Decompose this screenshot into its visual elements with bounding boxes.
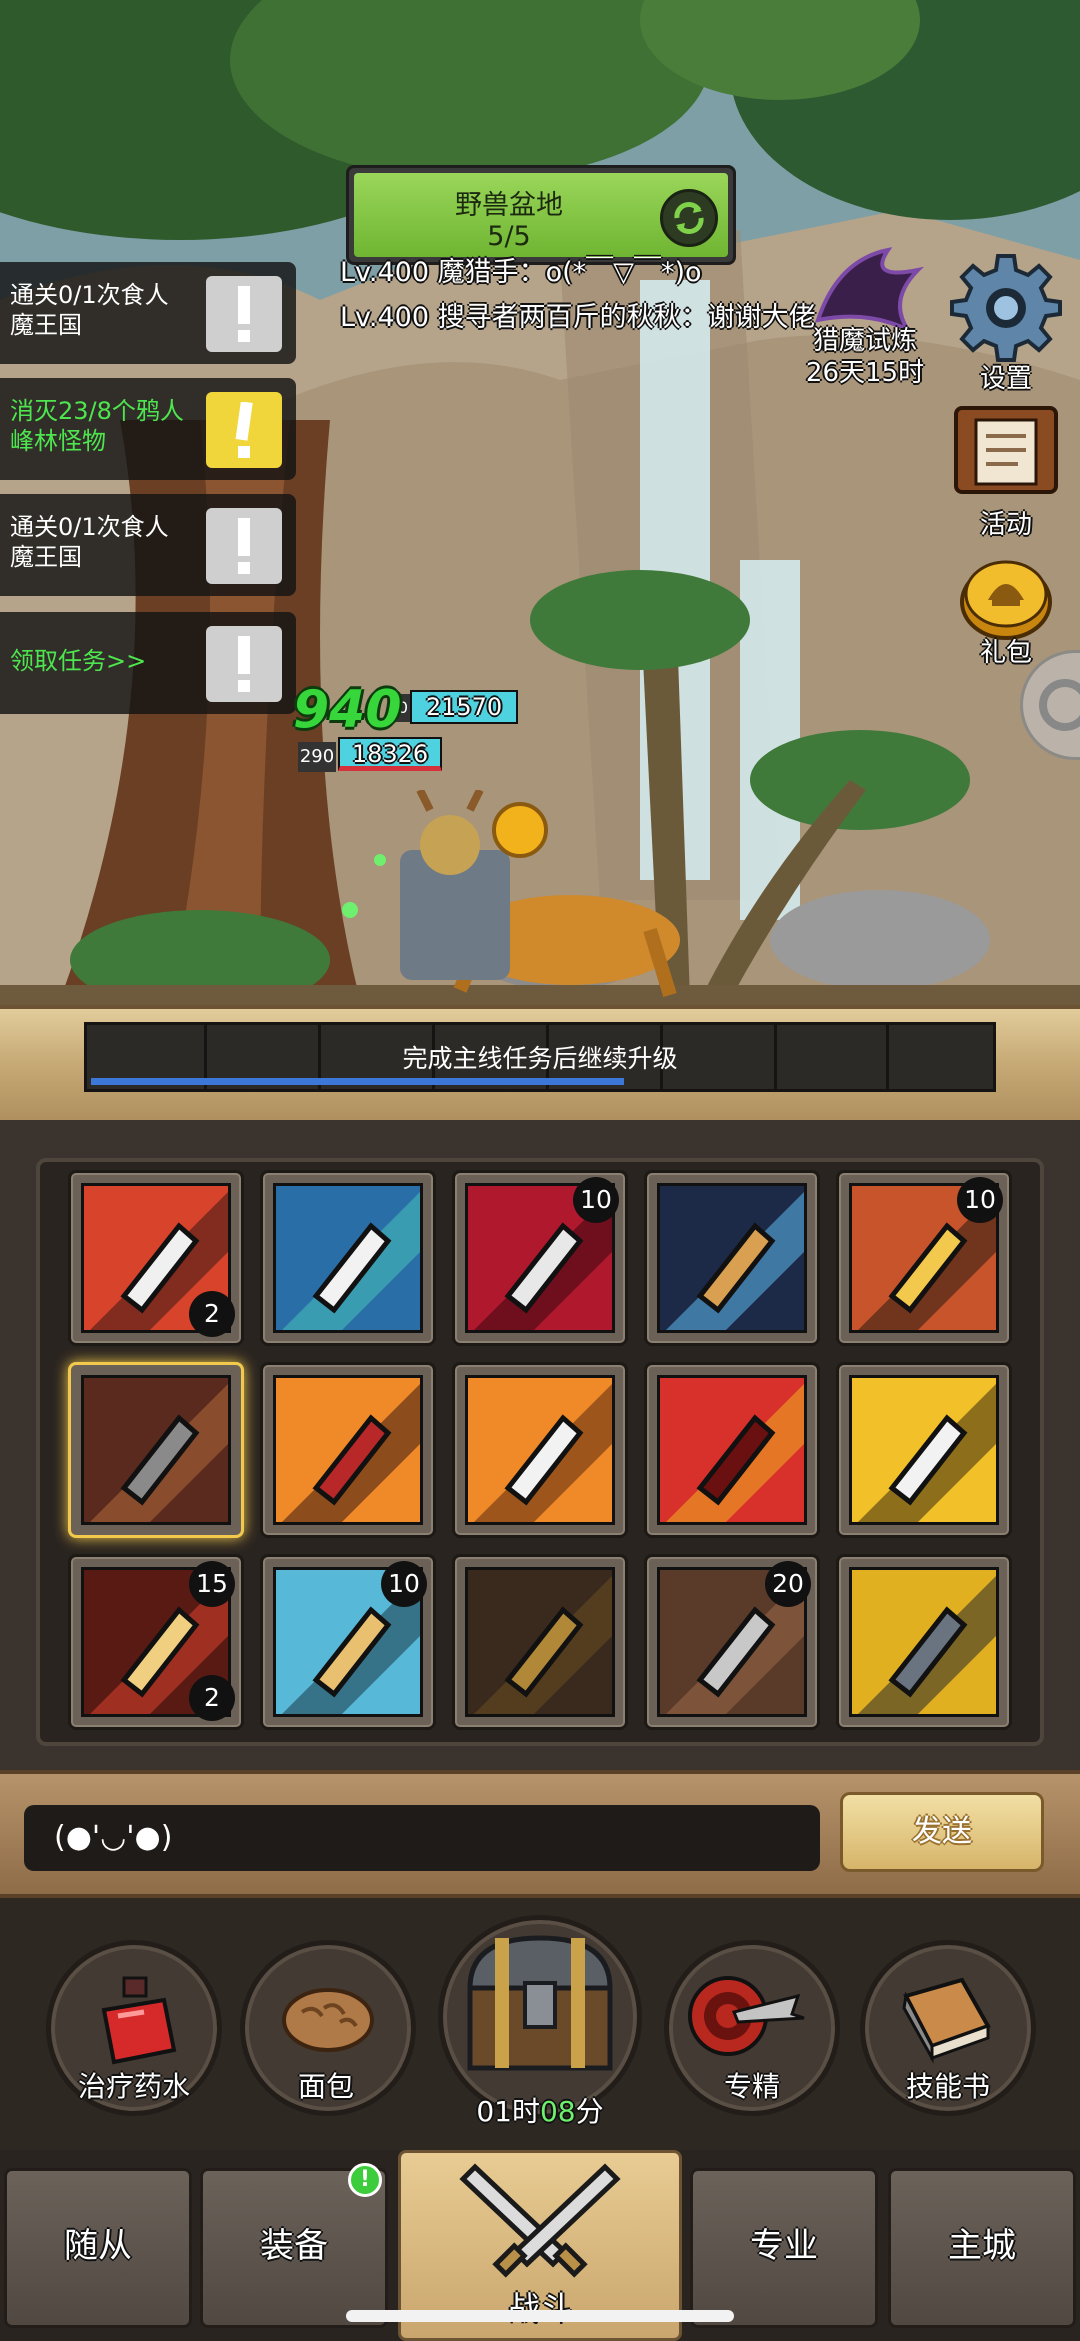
quest-text: 消灭23/8个鸦人峰林怪物 (10, 397, 184, 455)
damage-number: 940 (293, 680, 402, 740)
white-shield-burst-icon (465, 1375, 615, 1525)
world-chat-line: Lv.400 搜寻者两百斤的秋秋：谢谢大佬 (340, 302, 816, 333)
skill-level-badge: 20 (765, 1561, 811, 1607)
lion-shield-icon (465, 1567, 615, 1717)
bread-icon (282, 1988, 374, 2052)
player-hp-bar: 18326 (338, 737, 442, 771)
tab-equipment-label: 装备 (260, 2226, 328, 2266)
quest-item[interactable]: 消灭23/8个鸦人峰林怪物 (0, 378, 296, 480)
gear-icon (1039, 679, 1080, 731)
exclamation-icon (206, 626, 282, 702)
warlord-icon (849, 1567, 999, 1717)
equipment-notification-badge: ! (348, 2163, 382, 2197)
tab-main-city-label: 主城 (948, 2226, 1016, 2266)
tab-battle-label: 战斗 (507, 2289, 572, 2327)
level-progress-fill (91, 1078, 624, 1085)
skill-level-badge: 15 (189, 1561, 235, 1607)
scroll-icon (954, 406, 1058, 494)
settings-label: 设置 (979, 364, 1032, 394)
skill-slot[interactable] (452, 1554, 628, 1730)
send-button[interactable]: 发送 (840, 1792, 1044, 1872)
treasure-chest-icon (467, 1935, 613, 2071)
target-arrow-icon (688, 1976, 805, 2056)
enemy-hp-bar: 21570 (410, 690, 518, 724)
refresh-icon (674, 202, 704, 234)
player-level-tag: 290 (298, 742, 336, 772)
quest-text: 领取任务>> (10, 647, 147, 675)
events-label: 活动 (979, 510, 1032, 540)
bread-label: 面包 (297, 2070, 354, 2103)
quest-item[interactable]: 通关0/1次食人魔王国 (0, 494, 296, 596)
chat-input[interactable]: (●'◡'●) (24, 1805, 820, 1871)
game-screen: 野兽盆地 5/5 Lv.400 魔猎手：o(*￣▽￣*)o Lv.400 搜寻者… (0, 0, 1080, 2341)
settings-button[interactable]: 设置 (936, 250, 1076, 395)
skill-slot[interactable]: 2 (68, 1170, 244, 1346)
player-hp-value: 18326 (351, 740, 429, 768)
skill-slot[interactable]: 20 (644, 1554, 820, 1730)
heavy-sword-icon (81, 1375, 231, 1525)
hooded-rage-icon (273, 1375, 423, 1525)
tab-profession-label: 专业 (750, 2226, 818, 2266)
skill-book-label: 技能书 (905, 2070, 990, 2103)
events-button[interactable]: 活动 (936, 400, 1076, 541)
skill-slot[interactable] (260, 1170, 436, 1346)
tab-followers-label: 随从 (64, 2226, 132, 2266)
quest-item[interactable]: 领取任务>> (0, 612, 296, 714)
skill-slot[interactable]: 10 (260, 1554, 436, 1730)
tab-followers[interactable]: 随从 (4, 2168, 192, 2328)
quest-text: 通关0/1次食人魔王国 (10, 513, 169, 571)
skill-slot[interactable] (644, 1170, 820, 1346)
quest-text: 通关0/1次食人魔王国 (10, 281, 169, 339)
gear-icon (950, 254, 1062, 362)
skill-slot[interactable] (260, 1362, 436, 1538)
skill-slot[interactable] (836, 1362, 1012, 1538)
battle-scene: 野兽盆地 5/5 Lv.400 魔猎手：o(*￣▽￣*)o Lv.400 搜寻者… (0, 0, 1080, 1010)
crossed-swords-icon (459, 2163, 621, 2278)
trial-countdown: 26天15时 (805, 358, 925, 388)
skill-count-badge: 2 (189, 1291, 235, 1337)
skill-slot[interactable] (836, 1554, 1012, 1730)
zone-switch-button[interactable] (660, 189, 718, 247)
home-indicator[interactable] (346, 2310, 734, 2322)
tab-main-city[interactable]: 主城 (888, 2168, 1076, 2328)
skill-level-badge: 10 (381, 1561, 427, 1607)
skill-slot[interactable] (644, 1362, 820, 1538)
skill-slot[interactable]: 15 2 (68, 1554, 244, 1730)
gift-pack-button[interactable]: 礼包 (936, 552, 1076, 669)
level-progress-bar: 完成主线任务后继续升级 (84, 1022, 996, 1092)
zone-name: 野兽盆地 (455, 190, 563, 221)
exclamation-icon (206, 392, 282, 468)
skill-level-badge: 10 (573, 1177, 619, 1223)
exclamation-icon (206, 276, 282, 352)
enemy-hp-value: 21570 (425, 693, 503, 721)
hammer-slam-icon (273, 1183, 423, 1333)
potion-icon (101, 1976, 177, 2065)
red-war-banner-icon (657, 1375, 807, 1525)
world-chat-line: Lv.400 魔猎手：o(*￣▽￣*)o (340, 257, 702, 288)
book-icon (902, 1977, 991, 2064)
chest-timer: 01时08分 (476, 2095, 604, 2128)
hero-sprite (342, 790, 680, 998)
skill-count-badge: 2 (189, 1675, 235, 1721)
skill-level-badge: 10 (957, 1177, 1003, 1223)
lightning-sword-icon (657, 1183, 807, 1333)
quest-item[interactable]: 通关0/1次食人魔王国 (0, 262, 296, 364)
skill-slot[interactable] (452, 1362, 628, 1538)
skill-slot[interactable]: 10 (452, 1170, 628, 1346)
tab-profession[interactable]: 专业 (690, 2168, 878, 2328)
exclamation-icon (206, 508, 282, 584)
skill-slot[interactable] (68, 1362, 244, 1538)
yellow-fist-icon (849, 1375, 999, 1525)
trial-name: 猎魔试炼 (812, 326, 917, 356)
level-progress-text: 完成主线任务后继续升级 (402, 1044, 678, 1073)
gold-coin-icon (960, 560, 1052, 640)
mastery-label: 专精 (723, 2070, 780, 2103)
skill-slot[interactable]: 10 (836, 1170, 1012, 1346)
zone-progress: 5/5 (487, 221, 531, 252)
potion-label: 治疗药水 (77, 2070, 190, 2103)
